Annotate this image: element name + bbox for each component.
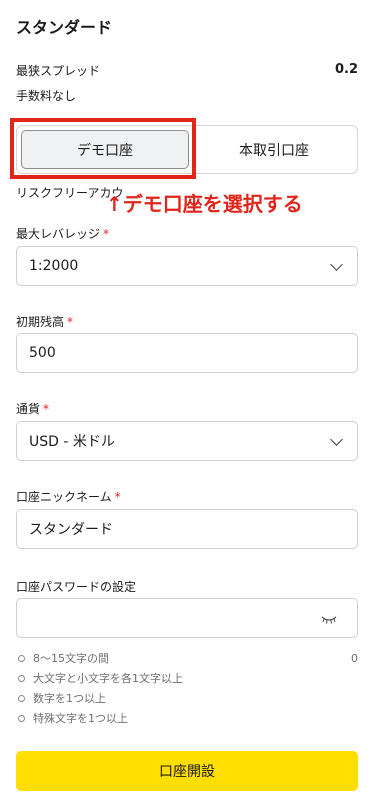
- password-rule-text: 特殊文字を1つ以上: [33, 712, 128, 725]
- required-mark: *: [67, 315, 74, 329]
- leverage-label: 最大レバレッジ *: [16, 225, 109, 242]
- currency-label-text: 通貨: [16, 402, 41, 416]
- real-account-label: 本取引口座: [239, 142, 309, 159]
- annotation-highlight-box: [10, 118, 196, 179]
- password-rule: 数字を1つ以上: [16, 688, 358, 708]
- spread-label: 最狭スプレッド: [16, 64, 101, 78]
- required-mark: *: [43, 402, 50, 416]
- circle-icon: [18, 714, 25, 722]
- spread-row: 最狭スプレッド 0.2: [16, 62, 358, 79]
- eye-closed-icon[interactable]: [321, 615, 337, 624]
- leverage-value: 1:2000: [29, 258, 79, 274]
- initial-balance-input[interactable]: 500: [16, 333, 358, 373]
- password-rule-text: 数字を1つ以上: [33, 692, 106, 705]
- currency-select[interactable]: USD - 米ドル: [16, 421, 358, 461]
- chevron-down-icon: [330, 432, 343, 446]
- initial-balance-label: 初期残高 *: [16, 313, 73, 330]
- nickname-label-text: 口座ニックネーム: [16, 490, 112, 504]
- nickname-value: スタンダード: [29, 522, 113, 538]
- commission-label: 手数料なし: [16, 89, 77, 103]
- password-label: 口座パスワードの設定: [16, 578, 136, 595]
- nickname-input[interactable]: スタンダード: [16, 509, 358, 549]
- password-rule-text: 大文字と小文字を各1文字以上: [33, 672, 183, 685]
- circle-icon: [18, 694, 25, 702]
- currency-value: USD - 米ドル: [29, 434, 115, 450]
- leverage-label-text: 最大レバレッジ: [16, 227, 101, 241]
- password-length-count: 0: [351, 651, 358, 665]
- spread-value: 0.2: [334, 62, 358, 77]
- leverage-select[interactable]: 1:2000: [16, 246, 358, 286]
- nickname-label: 口座ニックネーム *: [16, 488, 121, 505]
- password-rule-text: 8～15文字の間: [33, 652, 109, 665]
- chevron-down-icon: [330, 257, 343, 271]
- annotation-text: ↑デモ口座を選択する: [106, 192, 303, 216]
- initial-balance-label-text: 初期残高: [16, 315, 65, 329]
- commission-row: 手数料なし: [16, 87, 358, 104]
- password-rules: 8～15文字の間 0 大文字と小文字を各1文字以上 数字を1つ以上 特殊文字を1…: [16, 648, 358, 728]
- circle-icon: [18, 674, 25, 682]
- currency-label: 通貨 *: [16, 400, 49, 417]
- password-input[interactable]: [16, 598, 358, 638]
- password-rule: 特殊文字を1つ以上: [16, 708, 358, 728]
- required-mark: *: [103, 227, 110, 241]
- real-account-button[interactable]: 本取引口座: [189, 126, 359, 173]
- password-rule: 8～15文字の間 0: [16, 648, 358, 668]
- circle-icon: [18, 654, 25, 662]
- initial-balance-value: 500: [29, 345, 56, 361]
- open-account-button[interactable]: 口座開設: [16, 751, 358, 791]
- required-mark: *: [114, 490, 121, 504]
- page-title: スタンダード: [16, 18, 113, 37]
- password-label-text: 口座パスワードの設定: [16, 580, 137, 594]
- password-rule: 大文字と小文字を各1文字以上: [16, 668, 358, 688]
